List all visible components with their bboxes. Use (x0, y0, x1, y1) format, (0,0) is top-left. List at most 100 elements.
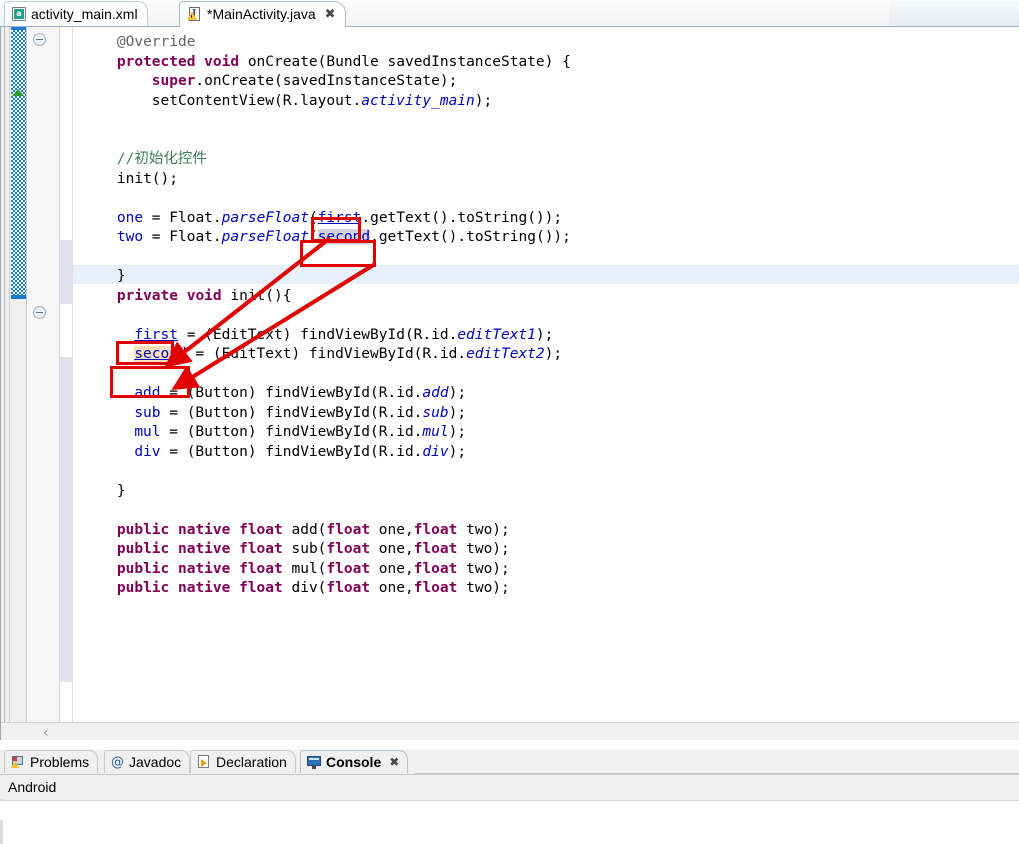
scrollbar-rail-secondary (9, 27, 10, 722)
xml-file-icon: a (12, 7, 26, 21)
code-token: = (Button) findViewById(R.id. (161, 405, 423, 421)
code-token: two); (457, 522, 509, 538)
code-token: float (414, 561, 458, 577)
tab-label: *MainActivity.java (207, 6, 316, 22)
tab-javadoc[interactable]: @ Javadoc (104, 750, 190, 773)
code-token: two (117, 229, 143, 245)
code-editor[interactable]: @Override protected void onCreate(Bundle … (0, 27, 1019, 740)
code-line[interactable]: div = (Button) findViewById(R.id.div); (134, 443, 466, 463)
close-icon[interactable]: ✖ (325, 8, 336, 21)
tab-mainactivity-java[interactable]: J *MainActivity.java ✖ (179, 1, 346, 26)
code-token: = (Button) findViewById(R.id. (161, 424, 423, 440)
code-token: parseFloat (222, 229, 309, 245)
editor-horizontal-scrollbar[interactable]: ‹ (1, 722, 1019, 740)
code-line[interactable]: //初始化控件 (117, 150, 207, 170)
tab-console[interactable]: Console ✖ (300, 750, 408, 773)
code-line[interactable]: @Override (117, 33, 196, 53)
bottom-tab-bar-empty-area (415, 750, 1019, 774)
console-title: Android (8, 779, 56, 795)
code-line[interactable]: super.onCreate(savedInstanceState); (152, 72, 458, 92)
tab-label: Javadoc (129, 754, 181, 770)
close-icon[interactable]: ✖ (389, 755, 399, 769)
code-token: first (318, 210, 362, 226)
code-line[interactable]: first = (EditText) findViewById(R.id.edi… (134, 326, 553, 346)
console-content[interactable]: Android (0, 774, 1019, 819)
tab-label: activity_main.xml (31, 6, 138, 22)
code-line[interactable]: public native float sub(float one,float … (117, 540, 510, 560)
overview-marker-icon[interactable] (12, 89, 24, 96)
javadoc-at-icon: @ (111, 755, 124, 770)
code-token: public native float (117, 561, 283, 577)
code-surface[interactable]: @Override protected void onCreate(Bundle … (73, 27, 1019, 722)
code-token: } (117, 268, 126, 284)
code-token: @Override (117, 34, 196, 50)
code-line[interactable]: } (117, 482, 126, 502)
code-token: = Float. (143, 229, 222, 245)
bottom-view-panel: Problems @ Javadoc Declaration Console ✖ (0, 750, 1019, 819)
tab-declaration[interactable]: Declaration (190, 750, 296, 773)
code-token: = (Button) findViewById(R.id. (161, 444, 423, 460)
code-line[interactable]: private void init(){ (117, 287, 292, 307)
code-line[interactable]: sub = (Button) findViewById(R.id.sub); (134, 404, 466, 424)
editor-folding-column[interactable] (28, 27, 60, 722)
tab-activity-main-xml[interactable]: a activity_main.xml (4, 1, 148, 26)
code-token: two); (457, 541, 509, 557)
code-token: sub (134, 405, 160, 421)
gutter-change-band (60, 357, 72, 682)
code-token: add (422, 385, 448, 401)
editor-tab-bar: a activity_main.xml J *MainActivity.java… (0, 0, 1019, 28)
tab-problems[interactable]: Problems (4, 750, 98, 773)
console-icon (307, 756, 321, 769)
code-token: sub( (283, 541, 327, 557)
code-token: editText2 (466, 346, 545, 362)
code-token: init(){ (222, 288, 292, 304)
code-token: float (414, 522, 458, 538)
code-token: editText1 (457, 327, 536, 343)
code-token: float (326, 580, 370, 596)
fold-toggle-oncreate[interactable] (33, 33, 46, 46)
code-line[interactable]: protected void onCreate(Bundle savedInst… (117, 53, 571, 73)
code-token: add (134, 385, 160, 401)
code-line[interactable]: public native float add(float one,float … (117, 521, 510, 541)
code-line[interactable]: } (117, 267, 126, 287)
code-line[interactable]: mul = (Button) findViewById(R.id.mul); (134, 423, 466, 443)
bottom-tab-bar: Problems @ Javadoc Declaration Console ✖ (0, 750, 1019, 774)
code-token: ); (449, 385, 466, 401)
code-line[interactable]: init(); (117, 170, 178, 190)
code-token: public native float (117, 541, 283, 557)
tab-label: Console (326, 754, 381, 770)
code-token: one, (370, 541, 414, 557)
scrollbar-thumb[interactable] (11, 27, 26, 299)
code-token: mul (134, 424, 160, 440)
console-output-area[interactable] (0, 801, 1019, 820)
code-line[interactable]: two = Float.parseFloat(second.getText().… (117, 228, 571, 248)
editor-vertical-scrollbar[interactable] (1, 27, 27, 722)
code-token: .onCreate(savedInstanceState); (195, 73, 457, 89)
code-line[interactable]: setContentView(R.layout.activity_main); (152, 92, 492, 112)
code-token: public native float (117, 522, 283, 538)
java-file-warning-icon: J (187, 7, 202, 22)
code-token: one, (370, 561, 414, 577)
code-token: ); (545, 346, 562, 362)
code-token: mul( (283, 561, 327, 577)
code-token: div( (283, 580, 327, 596)
code-token: ); (449, 424, 466, 440)
code-token: = (EditText) findViewById(R.id. (178, 327, 457, 343)
code-token: float (326, 561, 370, 577)
code-token: div (422, 444, 448, 460)
code-line[interactable]: one = Float.parseFloat(first.getText().t… (117, 209, 562, 229)
code-line[interactable]: add = (Button) findViewById(R.id.add); (134, 384, 466, 404)
code-token: onCreate(Bundle savedInstanceState) { (239, 54, 571, 70)
code-token: = (Button) findViewById(R.id. (161, 385, 423, 401)
code-token: } (117, 483, 126, 499)
code-line[interactable]: public native float div(float one,float … (117, 579, 510, 599)
code-line[interactable]: public native float mul(float one,float … (117, 560, 510, 580)
code-token: init(); (117, 171, 178, 187)
code-token: = (EditText) findViewById(R.id. (187, 346, 466, 362)
code-token: .getText().toString()); (370, 229, 571, 245)
code-token: two); (457, 580, 509, 596)
code-line[interactable]: second = (EditText) findViewById(R.id.ed… (134, 345, 562, 365)
problems-icon (11, 755, 25, 769)
scroll-left-icon[interactable]: ‹ (43, 725, 49, 741)
fold-toggle-init[interactable] (33, 306, 46, 319)
